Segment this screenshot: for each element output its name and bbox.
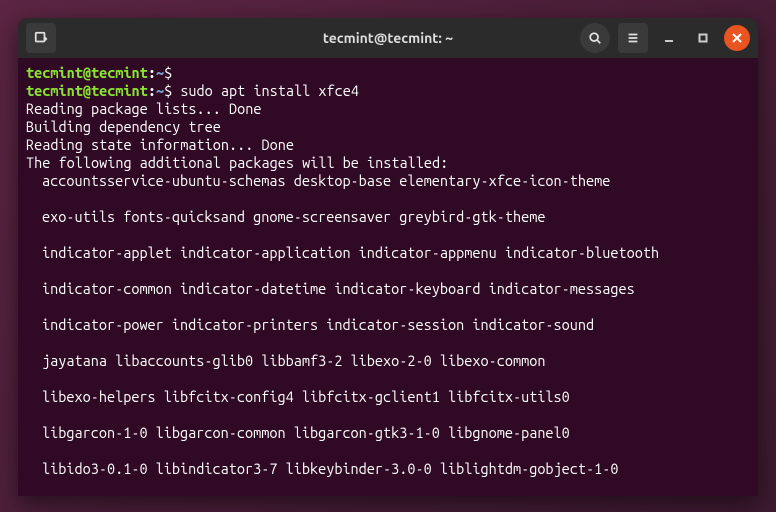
output-line: The following additional packages will b…: [26, 154, 448, 171]
prompt-symbol: $: [164, 82, 172, 99]
terminal-output[interactable]: tecmint@tecmint:~$ tecmint@tecmint:~$ su…: [18, 58, 758, 496]
hamburger-icon: [626, 31, 640, 45]
new-tab-button[interactable]: [26, 23, 56, 53]
search-icon: [588, 31, 602, 45]
maximize-icon: [698, 33, 708, 43]
maximize-button[interactable]: [690, 25, 716, 51]
new-tab-icon: [34, 31, 48, 45]
prompt-sep: :: [148, 82, 156, 99]
prompt-sep: :: [148, 64, 156, 81]
prompt-user-host: tecmint@tecmint: [26, 82, 148, 99]
package-line: indicator-power indicator-printers indic…: [26, 316, 750, 334]
output-line: Reading package lists... Done: [26, 100, 261, 117]
terminal-window: tecmint@tecmint: ~ tecmint@tecmint:~$ te…: [18, 18, 758, 496]
prompt-user-host: tecmint@tecmint: [26, 64, 148, 81]
titlebar: tecmint@tecmint: ~: [18, 18, 758, 58]
package-line: jayatana libaccounts-glib0 libbamf3-2 li…: [26, 352, 750, 370]
command-2: sudo apt install xfce4: [180, 82, 359, 99]
prompt-path: ~: [156, 82, 164, 99]
output-line: Building dependency tree: [26, 118, 221, 135]
titlebar-left: [26, 23, 56, 53]
titlebar-right: [580, 23, 750, 53]
menu-button[interactable]: [618, 23, 648, 53]
search-button[interactable]: [580, 23, 610, 53]
package-line: accountsservice-ubuntu-schemas desktop-b…: [26, 172, 750, 190]
prompt-path: ~: [156, 64, 164, 81]
package-line: libgarcon-1-0 libgarcon-common libgarcon…: [26, 424, 750, 442]
package-line: exo-utils fonts-quicksand gnome-screensa…: [26, 208, 750, 226]
package-line: indicator-common indicator-datetime indi…: [26, 280, 750, 298]
output-line: Reading state information... Done: [26, 136, 294, 153]
package-line: libido3-0.1-0 libindicator3-7 libkeybind…: [26, 460, 750, 478]
prompt-symbol: $: [164, 64, 172, 81]
minimize-icon: [664, 33, 674, 43]
package-line: indicator-applet indicator-application i…: [26, 244, 750, 262]
minimize-button[interactable]: [656, 25, 682, 51]
package-line: libexo-helpers libfcitx-config4 libfcitx…: [26, 388, 750, 406]
close-icon: [732, 33, 742, 43]
close-button[interactable]: [724, 25, 750, 51]
